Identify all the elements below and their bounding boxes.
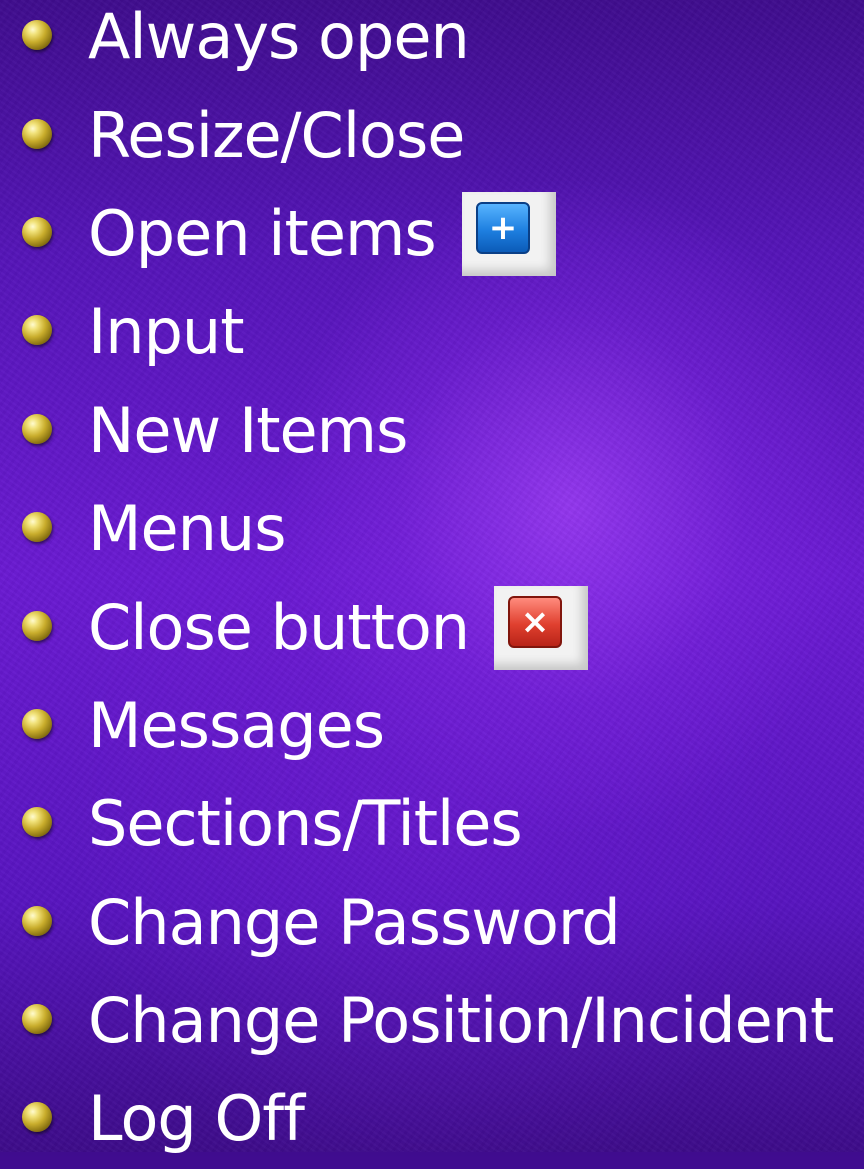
item-label: Resize/Close [88,98,465,172]
item-label: Always open [88,0,470,74]
list-item-change-password: Change Password [0,874,864,972]
list-item-new-items: New Items [0,382,864,480]
gold-bullet-icon [22,610,52,641]
plus-icon: + [476,201,530,254]
close-glyph: × [520,601,550,642]
bullet-list: Always open Resize/Close Open items + In… [0,0,864,1169]
list-item-open-items: Open items + [0,185,864,283]
gold-bullet-icon [22,1004,52,1035]
gold-bullet-icon [22,315,52,346]
gold-bullet-icon [22,1102,52,1133]
list-item-menus: Menus [0,480,864,578]
list-item-sections-titles: Sections/Titles [0,775,864,873]
close-button-icon[interactable]: × [494,585,588,670]
slide: Always open Resize/Close Open items + In… [0,0,864,1152]
item-label: Menus [88,492,287,566]
list-item-change-position-incident: Change Position/Incident [0,972,864,1070]
plus-button-icon[interactable]: + [462,191,556,276]
item-label: Input [88,295,245,369]
item-label: Change Position/Incident [88,984,834,1058]
list-item-always-open: Always open [0,0,864,86]
item-label: Change Password [88,885,621,959]
item-label: Sections/Titles [88,787,523,861]
plus-glyph: + [488,207,518,248]
gold-bullet-icon [22,905,52,936]
gold-bullet-icon [22,512,52,543]
gold-bullet-icon [22,216,52,247]
item-label: Open items [88,196,437,270]
list-item-messages: Messages [0,677,864,775]
gold-bullet-icon [22,708,52,739]
item-label: Close button [88,590,470,664]
gold-bullet-icon [22,118,52,149]
list-item-input: Input [0,283,864,381]
item-label: Messages [88,688,385,762]
close-icon: × [508,595,562,648]
gold-bullet-icon [22,20,52,51]
list-item-close-button: Close button × [0,578,864,676]
gold-bullet-icon [22,807,52,838]
list-item-log-off: Log Off [0,1070,864,1168]
list-item-resize-close: Resize/Close [0,86,864,184]
item-label: Log Off [88,1082,305,1156]
gold-bullet-icon [22,413,52,444]
item-label: New Items [88,393,408,467]
